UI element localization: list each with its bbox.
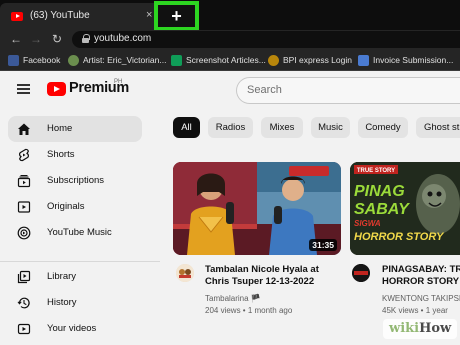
video-thumbnail-2[interactable]: TRUE STORY PINAG SABAY SIGWA HORROR STOR… [350,162,460,255]
history-icon [17,297,30,309]
facebook-icon [8,54,19,66]
video-meta: 204 views • 1 month ago [205,306,293,315]
plus-icon: + [171,6,182,26]
search-placeholder: Search [247,84,282,96]
sidebar-item-library[interactable]: Library [8,264,142,290]
tab-title: (63) YouTube [30,10,90,21]
browser-tab-youtube[interactable]: (63) YouTube × [0,3,160,30]
sidebar-item-history[interactable]: History [8,290,142,316]
lock-icon [82,34,90,43]
document-icon [358,54,369,66]
video-title-line: Tambalan Nicole Hyala at [205,264,319,275]
channel-name[interactable]: KWENTONG TAKIPSIL [382,294,460,303]
sidebar-item-shorts[interactable]: Shorts [8,142,142,168]
watermark-part: How [419,321,452,336]
channel-avatar[interactable] [176,264,194,282]
url-text: youtube.com [94,33,152,44]
sidebar-item-your-videos[interactable]: Your videos [8,316,142,342]
youtube-logo-icon[interactable] [47,82,66,96]
new-tab-button[interactable]: + [154,1,199,31]
tab-close-icon[interactable]: × [146,9,152,21]
chip-comedy[interactable]: Comedy [358,117,408,138]
sidebar-divider [0,261,160,262]
bookmark-label: Screenshot Articles... [186,55,266,65]
channel-avatar[interactable] [352,264,370,282]
thumb-horror-story: HORROR STORY [354,231,445,243]
bookmark-bpi[interactable]: BPI express Login [268,53,352,67]
browser-tab-bar: (63) YouTube × + [0,0,460,31]
sidebar-item-label: Library [47,271,77,282]
music-icon [17,226,31,240]
bookmark-label: Invoice Submission... [373,55,454,65]
thumb-true-story: TRUE STORY [357,168,395,174]
your-videos-icon [17,323,31,335]
sidebar-item-subscriptions[interactable]: Subscriptions [8,168,142,194]
thumb-title-1: PINAG [354,183,405,200]
sidebar-item-youtube-music[interactable]: YouTube Music [8,220,142,246]
youtube-favicon-icon [11,12,23,21]
search-input[interactable]: Search [236,77,460,104]
video-title[interactable]: Tambalan Nicole Hyala at Chris Tsuper 12… [205,264,319,288]
sidebar-item-label: Subscriptions [47,175,105,186]
home-icon [18,123,30,135]
url-input[interactable]: youtube.com [72,31,460,48]
bookmark-facebook[interactable]: Facebook [8,53,60,67]
video-thumbnail-1[interactable]: 31:35 [173,162,341,255]
bookmarks-bar: Facebook Artist: Eric_Victorian... Scree… [0,49,460,71]
video-meta: 45K views • 1 year [382,306,448,315]
spreadsheet-icon [171,54,182,66]
bookmark-screenshot-articles[interactable]: Screenshot Articles... [171,53,266,67]
menu-icon[interactable] [17,84,30,94]
sidebar-item-originals[interactable]: Originals [8,194,142,220]
wikihow-watermark: wikiHow [383,319,458,339]
chip-music[interactable]: Music [311,117,350,138]
country-code: PH [114,79,123,85]
channel-name[interactable]: Tambalarina 🏴 [205,294,261,303]
subscriptions-icon [17,175,31,188]
forward-arrow-icon[interactable]: → [30,32,42,46]
originals-icon [17,201,31,213]
video-title-line: HORROR STORY [382,276,460,287]
bookmark-label: BPI express Login [283,55,352,65]
chip-mixes[interactable]: Mixes [261,117,303,138]
watermark-part: wiki [389,321,420,336]
video-title-line: Chris Tsuper 12-13-2022 [205,276,315,287]
avatar-image [176,264,194,282]
sidebar-item-label: Home [47,123,73,134]
sidebar-item-label: Originals [47,201,85,212]
reload-icon[interactable]: ↻ [52,32,62,46]
video-thumbnail-image: TRUE STORY PINAG SABAY SIGWA HORROR STOR… [350,162,460,255]
channel-name-text: KWENTONG TAKIPSIL [382,294,460,303]
chip-all[interactable]: All [173,117,200,138]
sidebar-item-label: Shorts [47,149,75,160]
sidebar-item-home[interactable]: Home [8,116,142,142]
sidebar: Home Shorts Subscriptions Originals YouT… [0,109,160,345]
video-title-line: PINAGSABAY: TRUE [382,264,460,275]
library-icon [17,270,31,284]
shorts-icon [19,148,29,162]
thumb-title-2: SABAY [354,201,410,218]
chip-radios[interactable]: Radios [208,117,253,138]
bookmark-label: Artist: Eric_Victorian... [83,55,167,65]
bookmark-label: Facebook [23,55,61,65]
image-icon [68,54,79,66]
bookmark-artist[interactable]: Artist: Eric_Victorian... [68,53,166,67]
address-bar-row: ← → ↻ youtube.com [0,30,460,49]
video-title[interactable]: PINAGSABAY: TRUE HORROR STORY [382,264,460,288]
bpi-icon [268,54,279,66]
thumb-sigwa: SIGWA [354,219,381,228]
video-duration: 31:35 [309,239,337,251]
bookmark-invoice[interactable]: Invoice Submission... [358,53,453,67]
avatar-image [352,264,370,282]
sidebar-item-label: Your videos [47,323,97,334]
chip-ghost-stories[interactable]: Ghost st [416,117,460,138]
sidebar-item-label: YouTube Music [47,227,112,238]
back-arrow-icon[interactable]: ← [10,32,22,46]
sidebar-item-label: History [47,297,77,308]
